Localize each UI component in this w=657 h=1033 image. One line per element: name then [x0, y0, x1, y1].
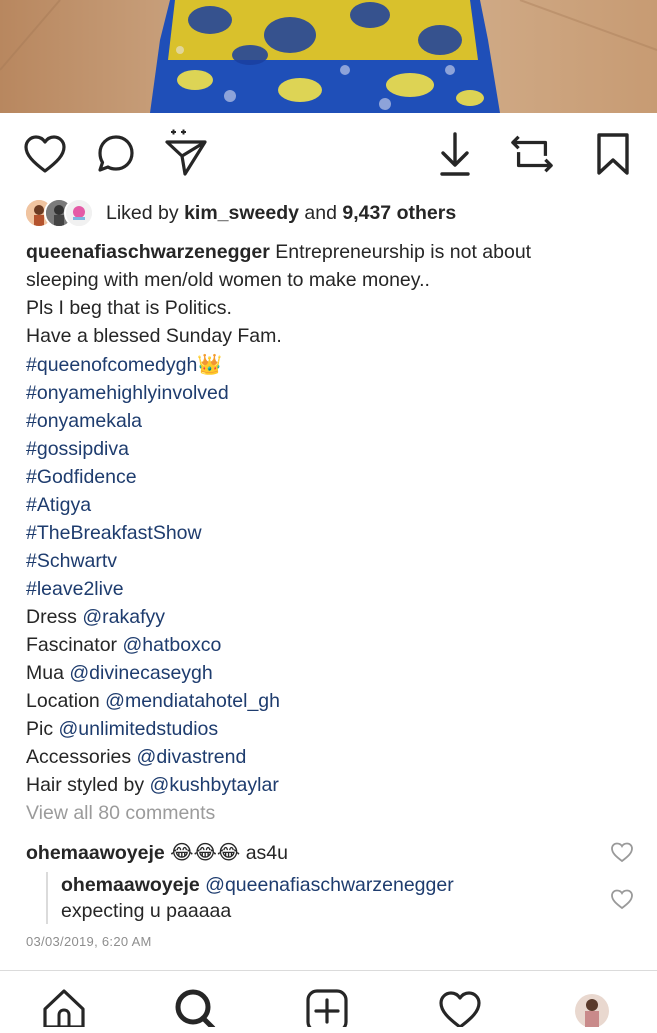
like-button[interactable] [22, 131, 68, 177]
comment-emojis: 😂😂😂 [170, 840, 241, 864]
profile-avatar [575, 994, 609, 1027]
hashtag-link[interactable]: #TheBreakfastShow [26, 519, 641, 547]
comment-text: as4u [245, 842, 288, 864]
post-image-graphic [0, 0, 657, 113]
caption-author[interactable]: queenafiaschwarzenegger [26, 241, 270, 263]
heart-icon [611, 842, 633, 863]
add-post-icon [306, 989, 348, 1027]
mention-link[interactable]: @rakafyy [82, 606, 165, 628]
reply-username[interactable]: ohemaawoyeje [61, 874, 200, 896]
reply-text: expecting u paaaaa [61, 900, 232, 922]
mention-link[interactable]: @kushbytaylar [150, 774, 279, 796]
credit-label: Dress [26, 606, 77, 628]
repost-icon [511, 135, 553, 173]
caption-line: Have a blessed Sunday Fam. [26, 325, 282, 347]
credit-line: Location @mendiatahotel_gh [26, 687, 641, 715]
reply-mention[interactable]: @queenafiaschwarzenegger [205, 874, 454, 896]
credit-line: Fascinator @hatboxco [26, 631, 641, 659]
comment-button[interactable] [93, 131, 139, 177]
post-caption: queenafiaschwarzenegger Entrepreneurship… [26, 238, 641, 799]
tab-profile[interactable] [569, 987, 615, 1033]
heart-icon [24, 135, 66, 173]
mention-link[interactable]: @hatboxco [122, 634, 221, 656]
likes-joiner: and [304, 201, 337, 224]
reply-like-button[interactable] [610, 888, 634, 912]
heart-icon [439, 991, 481, 1027]
bookmark-icon [597, 133, 629, 175]
hashtag-link[interactable]: #onyamehighlyinvolved [26, 379, 641, 407]
hashtag-link[interactable]: #Godfidence [26, 463, 641, 491]
download-button[interactable] [432, 131, 478, 177]
likes-prefix: Liked by [106, 201, 179, 224]
credit-line: Accessories @divastrend [26, 743, 641, 771]
mention-link[interactable]: @unlimitedstudios [59, 718, 219, 740]
view-all-comments-link[interactable]: View all 80 comments [26, 802, 215, 825]
caption-text: Entrepreneurship is not about [275, 241, 532, 263]
likes-summary[interactable]: Liked by kim_sweedy and 9,437 others [24, 196, 456, 230]
hashtag-link[interactable]: #onyamekala [26, 407, 641, 435]
heart-icon [611, 889, 633, 910]
mention-link[interactable]: @mendiatahotel_gh [105, 690, 280, 712]
credit-line: Dress @rakafyy [26, 603, 641, 631]
likes-count[interactable]: 9,437 others [342, 202, 456, 224]
tab-search[interactable] [171, 987, 217, 1033]
mention-link[interactable]: @divastrend [137, 746, 247, 768]
hashtag-link[interactable]: #queenofcomedygh [26, 354, 197, 376]
tab-activity[interactable] [437, 987, 483, 1033]
credit-line: Pic @unlimitedstudios [26, 715, 641, 743]
tab-add-post[interactable] [304, 987, 350, 1033]
credit-label: Accessories [26, 746, 132, 768]
comment-reply: ohemaawoyeje @queenafiaschwarzenegger ex… [46, 872, 454, 924]
likes-text: Liked by kim_sweedy and 9,437 others [106, 202, 456, 225]
post-timestamp: 03/03/2019, 6:20 AM [26, 934, 152, 949]
search-icon [175, 989, 216, 1027]
hashtag-link[interactable]: #leave2live [26, 575, 641, 603]
credit-label: Hair styled by [26, 774, 145, 796]
save-button[interactable] [590, 131, 636, 177]
caption-line: Pls I beg that is Politics. [26, 297, 232, 319]
home-icon [43, 989, 85, 1027]
credit-label: Pic [26, 718, 54, 740]
share-button[interactable] [163, 119, 209, 179]
credit-label: Mua [26, 662, 64, 684]
comment: ohemaawoyeje 😂😂😂 as4u [26, 838, 288, 867]
hashtag-link[interactable]: #gossipdiva [26, 435, 641, 463]
credit-line: Mua @divinecaseygh [26, 659, 641, 687]
download-icon [440, 132, 470, 176]
liker-avatar[interactable] [64, 198, 94, 228]
repost-button[interactable] [509, 131, 555, 177]
hashtag-link[interactable]: #Schwartv [26, 547, 641, 575]
comment-like-button[interactable] [610, 841, 634, 865]
credit-label: Location [26, 690, 100, 712]
caption-line: queenafiaschwarzenegger Entrepreneurship… [26, 238, 641, 266]
send-plus-icon [165, 129, 207, 176]
comment-username[interactable]: ohemaawoyeje [26, 842, 165, 864]
reply-line: ohemaawoyeje @queenafiaschwarzenegger [61, 872, 454, 898]
liker-username[interactable]: kim_sweedy [184, 202, 299, 224]
crown-emoji: 👑 [197, 352, 223, 376]
tab-home[interactable] [41, 987, 87, 1033]
post-action-bar [0, 113, 657, 193]
credit-line: Hair styled by @kushbytaylar [26, 771, 641, 799]
hashtag-link[interactable]: #Atigya [26, 491, 641, 519]
hashtag-line: #queenofcomedygh👑 [26, 350, 641, 379]
credit-label: Fascinator [26, 634, 118, 656]
bottom-tab-bar [0, 970, 657, 1027]
comment-bubble-icon [98, 135, 134, 172]
mention-link[interactable]: @divinecaseygh [69, 662, 212, 684]
caption-line: sleeping with men/old women to make mone… [26, 269, 430, 291]
post-image[interactable] [0, 0, 657, 113]
